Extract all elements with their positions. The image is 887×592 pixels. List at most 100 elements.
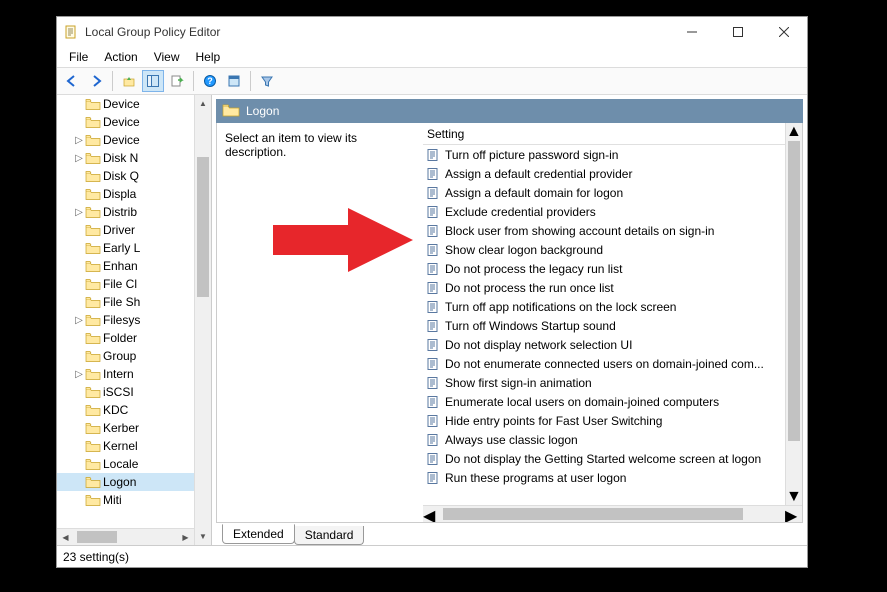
description-text: Select an item to view its description.: [225, 131, 357, 159]
policy-icon: [425, 433, 441, 447]
help-button[interactable]: ?: [199, 70, 221, 92]
filter-button[interactable]: [256, 70, 278, 92]
setting-item[interactable]: Do not enumerate connected users on doma…: [423, 354, 802, 373]
tree-item[interactable]: Locale: [57, 455, 212, 473]
policy-icon: [425, 471, 441, 485]
tree-item[interactable]: Miti: [57, 491, 212, 509]
tree-item[interactable]: File Cl: [57, 275, 212, 293]
forward-button[interactable]: [85, 70, 107, 92]
tab-standard[interactable]: Standard: [294, 526, 365, 545]
scroll-left-icon[interactable]: ◀: [423, 506, 440, 522]
setting-item[interactable]: Exclude credential providers: [423, 202, 802, 221]
setting-label: Assign a default domain for logon: [445, 186, 623, 200]
scroll-thumb[interactable]: [77, 531, 117, 543]
tree-item[interactable]: Enhan: [57, 257, 212, 275]
scroll-right-icon[interactable]: ▶: [177, 529, 194, 545]
properties-button[interactable]: [223, 70, 245, 92]
tree-item-label: File Sh: [103, 295, 140, 309]
menu-action[interactable]: Action: [96, 48, 145, 66]
setting-item[interactable]: Turn off Windows Startup sound: [423, 316, 802, 335]
setting-item[interactable]: Do not display the Getting Started welco…: [423, 449, 802, 468]
expand-icon[interactable]: ▷: [73, 135, 85, 146]
tree-item[interactable]: Kerber: [57, 419, 212, 437]
up-button[interactable]: [118, 70, 140, 92]
menu-view[interactable]: View: [146, 48, 188, 66]
back-button[interactable]: [61, 70, 83, 92]
setting-item[interactable]: Do not process the run once list: [423, 278, 802, 297]
scroll-thumb[interactable]: [788, 141, 800, 441]
expand-icon[interactable]: ▷: [73, 369, 85, 380]
tree-item[interactable]: File Sh: [57, 293, 212, 311]
tree-item[interactable]: Displa: [57, 185, 212, 203]
setting-item[interactable]: Run these programs at user logon: [423, 468, 802, 487]
tree-item[interactable]: ▷Filesys: [57, 311, 212, 329]
content-pane: Logon Select an item to view its descrip…: [212, 95, 807, 545]
setting-item[interactable]: Turn off picture password sign-in: [423, 145, 802, 164]
tree-item[interactable]: Early L: [57, 239, 212, 257]
tree-item[interactable]: Disk Q: [57, 167, 212, 185]
folder-icon: [85, 151, 101, 165]
tree-item-label: Device: [103, 97, 140, 111]
folder-icon: [85, 403, 101, 417]
tree-vscroll[interactable]: ▲ ▼: [194, 95, 211, 545]
scroll-up-icon[interactable]: ▲: [786, 123, 802, 140]
tree-item[interactable]: ▷Device: [57, 131, 212, 149]
column-header-setting[interactable]: Setting: [423, 123, 802, 145]
tree-pane: DeviceDevice▷Device▷Disk NDisk QDispla▷D…: [57, 95, 212, 545]
menu-file[interactable]: File: [61, 48, 96, 66]
expand-icon[interactable]: ▷: [73, 315, 85, 326]
scroll-right-icon[interactable]: ▶: [785, 506, 802, 522]
settings-list: Setting Turn off picture password sign-i…: [423, 123, 802, 522]
scroll-thumb[interactable]: [197, 157, 209, 297]
show-tree-button[interactable]: [142, 70, 164, 92]
tree-item[interactable]: Device: [57, 113, 212, 131]
tree-item[interactable]: Logon: [57, 473, 212, 491]
tree-hscroll[interactable]: ◀ ▶: [57, 528, 194, 545]
titlebar[interactable]: Local Group Policy Editor: [57, 17, 807, 47]
tree-item[interactable]: Folder: [57, 329, 212, 347]
menu-help[interactable]: Help: [188, 48, 229, 66]
export-button[interactable]: [166, 70, 188, 92]
setting-label: Turn off Windows Startup sound: [445, 319, 616, 333]
scroll-down-icon[interactable]: ▼: [786, 488, 802, 505]
tab-extended[interactable]: Extended: [222, 524, 295, 544]
expand-icon[interactable]: ▷: [73, 207, 85, 218]
close-button[interactable]: [761, 17, 807, 47]
setting-item[interactable]: Turn off app notifications on the lock s…: [423, 297, 802, 316]
policy-icon: [425, 300, 441, 314]
setting-item[interactable]: Enumerate local users on domain-joined c…: [423, 392, 802, 411]
setting-item[interactable]: Always use classic logon: [423, 430, 802, 449]
scroll-left-icon[interactable]: ◀: [57, 529, 74, 545]
setting-item[interactable]: Assign a default credential provider: [423, 164, 802, 183]
tree-item[interactable]: Driver: [57, 221, 212, 239]
scroll-down-icon[interactable]: ▼: [195, 528, 211, 545]
expand-icon[interactable]: ▷: [73, 153, 85, 164]
tree-item[interactable]: iSCSI: [57, 383, 212, 401]
tree-item[interactable]: Group: [57, 347, 212, 365]
setting-item[interactable]: Assign a default domain for logon: [423, 183, 802, 202]
setting-label: Always use classic logon: [445, 433, 578, 447]
scroll-up-icon[interactable]: ▲: [195, 95, 211, 112]
tree-item[interactable]: ▷Disk N: [57, 149, 212, 167]
tree-item[interactable]: ▷Distrib: [57, 203, 212, 221]
tree-item[interactable]: Kernel: [57, 437, 212, 455]
setting-item[interactable]: Hide entry points for Fast User Switchin…: [423, 411, 802, 430]
setting-item[interactable]: Show first sign-in animation: [423, 373, 802, 392]
policy-icon: [425, 205, 441, 219]
minimize-button[interactable]: [669, 17, 715, 47]
tree-item[interactable]: KDC: [57, 401, 212, 419]
setting-item[interactable]: Show clear logon background: [423, 240, 802, 259]
tree-item[interactable]: ▷Intern: [57, 365, 212, 383]
scroll-thumb[interactable]: [443, 508, 743, 520]
list-vscroll[interactable]: ▲ ▼: [785, 123, 802, 505]
content-title: Logon: [246, 104, 279, 118]
body: DeviceDevice▷Device▷Disk NDisk QDispla▷D…: [57, 95, 807, 545]
setting-item[interactable]: Do not process the legacy run list: [423, 259, 802, 278]
setting-item[interactable]: Do not display network selection UI: [423, 335, 802, 354]
setting-label: Block user from showing account details …: [445, 224, 714, 238]
folder-icon: [85, 475, 101, 489]
tree-item[interactable]: Device: [57, 95, 212, 113]
list-hscroll[interactable]: ◀ ▶: [423, 505, 802, 522]
setting-item[interactable]: Block user from showing account details …: [423, 221, 802, 240]
maximize-button[interactable]: [715, 17, 761, 47]
